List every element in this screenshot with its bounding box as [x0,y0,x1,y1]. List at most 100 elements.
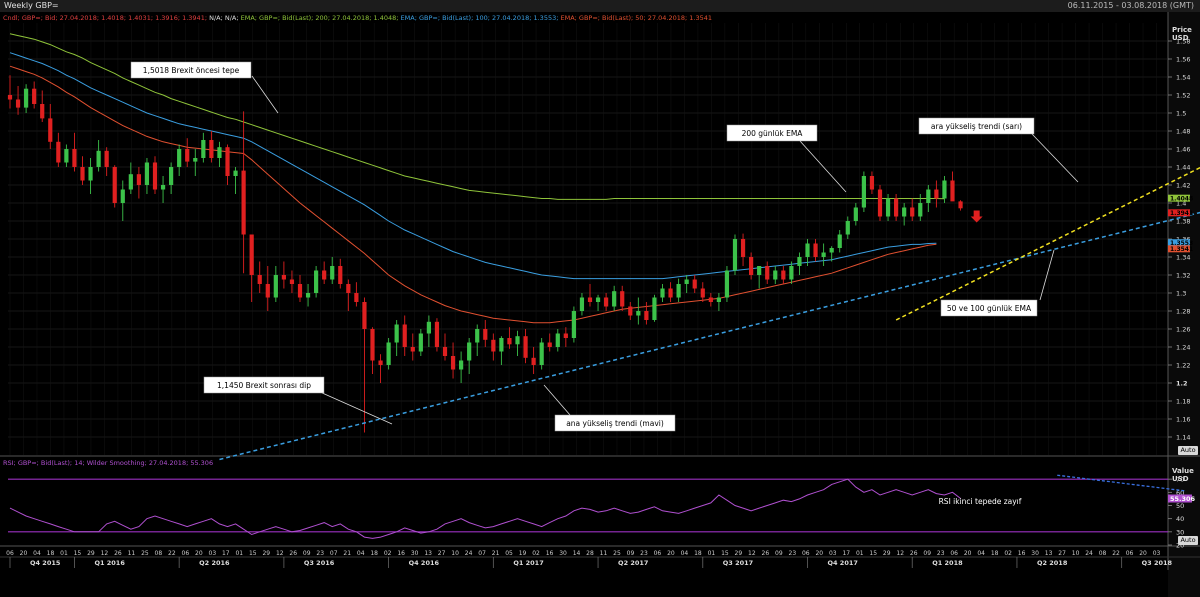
x-tick-label: 03 [1153,550,1161,557]
x-tick-label: 23 [640,550,648,557]
x-tick-label: 04 [977,550,985,557]
candle-body [450,356,456,370]
candle-body [789,266,794,280]
candle-body [475,329,480,343]
candle-body [531,357,536,365]
quarter-label: Q3 2018 [1142,559,1173,567]
x-tick-label: 23 [789,550,797,557]
x-tick-label: 17 [222,550,230,557]
price-auto-button[interactable]: Auto [1178,446,1198,455]
quarter-label: Q1 2017 [513,559,543,567]
x-tick-label: 16 [397,550,405,557]
candle-body [297,284,303,298]
ema-50-100-label-text: 50 ve 100 günlük EMA [947,304,1032,313]
x-tick-label: 04 [681,550,689,557]
x-tick-label: 18 [47,550,55,557]
rsi-legend-text: RSI; GBP=; Bid(Last); 14; Wilder Smoothi… [3,459,214,467]
x-tick-label: 13 [424,550,432,557]
candle-body [217,147,222,158]
candle-body [193,158,198,162]
candle-body [845,221,850,235]
price-tick-label: 1.16 [1176,416,1190,424]
candle-body [402,324,407,347]
price-tick-label: 1.44 [1176,164,1190,172]
quarter-label: Q2 2017 [618,559,648,567]
candle-body [595,297,601,302]
candle-body [740,239,746,257]
candle-body [934,189,939,199]
x-tick-label: 20 [1139,550,1147,557]
candle-body [676,284,681,298]
x-tick-label: 10 [1072,550,1080,557]
blue-trend-label-text: ana yükseliş trendi (mavi) [566,419,664,428]
x-tick-label: 20 [667,550,675,557]
quarter-label: Q2 2016 [199,559,230,567]
x-tick-label: 06 [950,550,958,557]
candle-body [620,291,625,307]
x-tick-label: 12 [276,550,284,557]
rsi-axis-title-line1: Value [1172,467,1194,475]
x-tick-label: 04 [357,550,365,557]
candle-body [902,207,907,217]
candle-body [265,284,270,298]
price-tick-label: 1.34 [1176,254,1190,262]
candle-body [829,248,834,253]
candle-body [346,284,351,293]
candle-body [579,297,585,311]
candle-body [652,297,657,320]
x-tick-label: 20 [20,550,28,557]
candle-body [765,266,770,280]
candle-body [926,189,931,203]
candle-body [15,99,21,108]
x-tick-label: 02 [384,550,392,557]
x-tick-label: 04 [33,550,41,557]
price-tick-label: 1.46 [1176,146,1190,154]
rsi-auto-button[interactable]: Auto [1178,536,1198,545]
x-tick-label: 30 [1031,550,1039,557]
candle-body [96,150,101,167]
candle-body [571,311,576,338]
candle-body [773,270,778,280]
candle-body [330,266,335,280]
rsi-label-text: RSI ikinci tepede zayıf [939,497,1022,506]
x-tick-label: 13 [1045,550,1053,557]
candle-body [386,342,391,365]
x-tick-label: 29 [262,550,270,557]
quarter-label: Q3 2017 [723,559,753,567]
price-legend-segment: EMA; GBP=; Bid(Last); 50; 27.04.2018; 1.… [558,14,713,22]
candle-body [442,347,448,356]
candle-body [459,360,464,370]
candle-body [877,189,883,217]
x-tick-label: 27 [438,550,446,557]
candle-body [805,243,810,257]
candle-body [644,311,649,320]
candle-body [499,338,504,352]
rsi-tick-label: 50 [1176,502,1184,510]
quarter-label: Q4 2016 [409,559,440,567]
candle-body [160,185,166,190]
x-tick-label: 26 [114,550,122,557]
x-tick-label: 29 [735,550,743,557]
x-tick-label: 16 [1018,550,1026,557]
price-tick-label: 1.26 [1176,326,1190,334]
candle-body [724,270,730,298]
x-tick-label: 02 [1004,550,1012,557]
candle-body [861,176,866,208]
candle-body [869,176,875,190]
candle-body [692,279,697,289]
price-axis-title: Price USD [1172,26,1192,42]
price-legend-segment: Cndl; GBP=; Bid; 27.04.2018; 1.4018; 1.4… [3,14,208,22]
x-tick-label: 01 [856,550,864,557]
candle-body [700,288,705,298]
candle-body [950,180,955,202]
x-tick-label: 29 [883,550,891,557]
x-tick-label: 30 [559,550,567,557]
price-legend: Cndl; GBP=; Bid; 27.04.2018; 1.4018; 1.4… [3,14,712,22]
x-tick-label: 06 [182,550,190,557]
candle-body [660,288,665,298]
candle-body [104,150,109,167]
x-tick-label: 18 [370,550,378,557]
x-tick-label: 17 [842,550,850,557]
candle-body [48,118,53,142]
candle-body [587,297,593,302]
